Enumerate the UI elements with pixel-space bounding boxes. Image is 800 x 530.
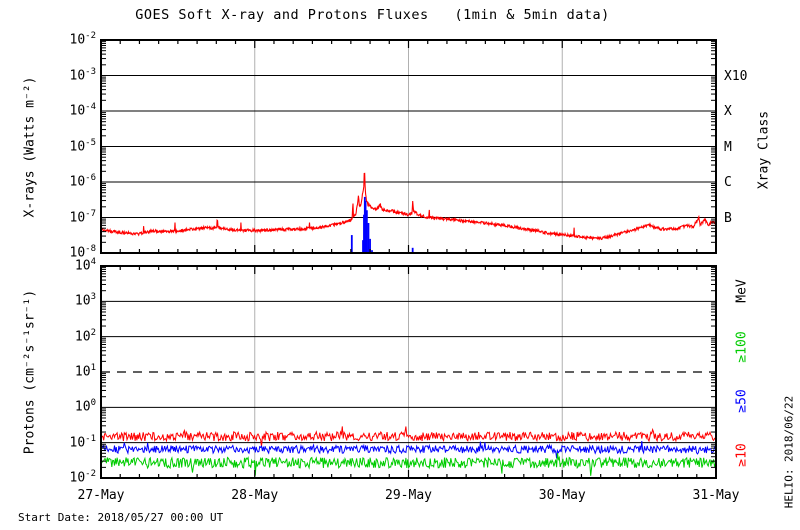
goes-flux-chart: GOES Soft X-ray and Protons Fluxes (1min… <box>0 0 800 530</box>
xray-class-label-x10: X10 <box>724 68 748 84</box>
plot-canvas <box>100 39 717 479</box>
proton-y-axis-title: Protons (cm⁻²s⁻¹sr⁻¹) <box>22 289 38 455</box>
proton-ytick-label: 100 <box>74 398 96 415</box>
proton-ytick-label: 10-2 <box>69 469 97 486</box>
proton-ytick-label: 103 <box>74 292 96 309</box>
xray-class-label-c: C <box>724 175 732 190</box>
proton-ytick-label: 10-1 <box>69 433 97 450</box>
xray-class-label-m: M <box>724 139 732 155</box>
xray-ytick-label: 10-3 <box>69 66 97 83</box>
xtick-label-29-May: 29-May <box>385 488 432 503</box>
proton-energy-label-50: ≥50 <box>734 389 750 413</box>
proton-ytick-label: 104 <box>74 257 96 274</box>
proton-ytick-label: 101 <box>74 363 96 380</box>
xray-ytick-label: 10-5 <box>69 137 97 154</box>
xtick-label-27-May: 27-May <box>77 488 125 503</box>
start-date-label: Start Date: 2018/05/27 00:00 UT <box>18 511 224 524</box>
chart-title: GOES Soft X-ray and Protons Fluxes (1min… <box>135 7 610 23</box>
xray-ytick-label: 10-7 <box>69 208 97 225</box>
helio-credit: HELIO: 2018/06/22 <box>782 395 796 509</box>
xray-ytick-label: 10-6 <box>69 173 97 190</box>
proton-ytick-label: 102 <box>74 327 96 344</box>
xray-class-label-b: B <box>724 210 732 226</box>
xray-ytick-label: 10-2 <box>69 31 97 48</box>
proton-energy-label-MeV: MeV <box>734 278 750 303</box>
xray-ytick-label: 10-4 <box>69 102 97 119</box>
proton-energy-label-100: ≥100 <box>734 330 750 363</box>
xray-class-label-x: X <box>724 104 732 119</box>
proton-energy-label-10: ≥10 <box>734 443 750 467</box>
xray-y-axis-title: X-rays (Watts m⁻²) <box>22 76 38 218</box>
xtick-label-28-May: 28-May <box>231 488 279 503</box>
xray-class-axis-title: Xray Class <box>756 110 772 190</box>
xtick-label-31-May: 31-May <box>692 488 740 503</box>
xtick-label-30-May: 30-May <box>538 488 586 503</box>
